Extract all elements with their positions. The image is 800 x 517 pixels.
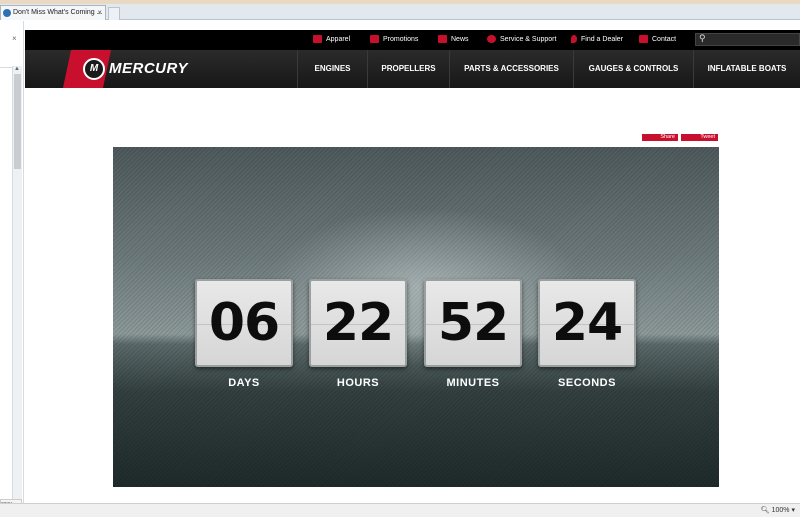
- hours-card: 22: [309, 279, 407, 367]
- minutes-card: 52: [424, 279, 522, 367]
- mercury-logo[interactable]: M MERCURY: [43, 50, 298, 88]
- newspaper-icon: [438, 35, 447, 43]
- logo-text: MERCURY: [109, 60, 189, 77]
- utility-label: Contact: [652, 35, 677, 43]
- zoom-level[interactable]: 🔍︎ 100% ▾: [761, 506, 795, 514]
- utility-bar: Apparel Promotions News Service & Suppor…: [25, 30, 800, 50]
- scrollbar-thumb[interactable]: [14, 74, 21, 169]
- days-card: 06: [195, 279, 293, 367]
- utility-label: Promotions: [383, 35, 419, 43]
- seconds-value: 24: [551, 293, 623, 353]
- zoom-value: 100%: [771, 507, 790, 514]
- lifebuoy-icon: [487, 35, 496, 43]
- card-divider: [311, 324, 405, 325]
- nav-gauges-controls[interactable]: GAUGES & CONTROLS: [573, 50, 693, 88]
- days-value: 06: [208, 293, 280, 353]
- browser-tab[interactable]: Don't Miss What's Coming ... ×: [0, 5, 106, 20]
- utility-link-contact[interactable]: Contact: [639, 35, 676, 43]
- nav-parts-accessories[interactable]: PARTS & ACCESSORIES: [449, 50, 573, 88]
- nav-inflatable-boats[interactable]: INFLATABLE BOATS: [693, 50, 800, 88]
- location-pin-icon: [571, 35, 577, 43]
- minutes-value: 52: [437, 293, 509, 353]
- search-input[interactable]: ⚲: [695, 33, 800, 46]
- search-icon[interactable]: ⚲: [699, 33, 706, 44]
- card-divider: [426, 324, 520, 325]
- tab-title: Don't Miss What's Coming ...: [13, 9, 103, 16]
- seconds-label: SECONDS: [558, 377, 616, 389]
- seconds-card: 24: [538, 279, 636, 367]
- nav-engines[interactable]: ENGINES: [297, 50, 367, 88]
- utility-label: Apparel: [326, 35, 351, 43]
- browser-status-bar: 🔍︎ 100% ▾: [0, 503, 800, 517]
- hours-value: 22: [322, 293, 394, 353]
- share-button[interactable]: Share: [642, 134, 678, 141]
- favicon-icon: [3, 9, 11, 17]
- scroll-up-icon[interactable]: ▲: [14, 66, 20, 72]
- tag-icon: [370, 35, 379, 43]
- utility-link-promotions[interactable]: Promotions: [370, 35, 418, 43]
- card-divider: [197, 324, 291, 325]
- utility-label: News: [451, 35, 469, 43]
- vertical-scrollbar[interactable]: ▲ ▼: [12, 66, 22, 514]
- main-nav: M MERCURY ENGINES PROPELLERS PARTS & ACC…: [25, 50, 800, 88]
- tab-close-icon[interactable]: ×: [97, 6, 102, 19]
- envelope-icon: [639, 35, 648, 43]
- utility-label: Find a Dealer: [581, 35, 624, 43]
- card-divider: [540, 324, 634, 325]
- nav-propellers[interactable]: PROPELLERS: [367, 50, 449, 88]
- utility-link-news[interactable]: News: [438, 35, 469, 43]
- shirt-icon: [313, 35, 322, 43]
- tweet-button[interactable]: Tweet: [681, 134, 718, 141]
- countdown-hero: 06 DAYS 22 HOURS 52 MINUTES 24 SECONDS: [113, 147, 719, 487]
- new-tab-button[interactable]: [108, 7, 120, 20]
- tab-bar: Don't Miss What's Coming ... ×: [0, 4, 800, 20]
- site-header: Apparel Promotions News Service & Suppor…: [25, 30, 800, 88]
- zoom-icon: 🔍︎: [760, 507, 770, 514]
- utility-link-find-dealer[interactable]: Find a Dealer: [571, 35, 623, 43]
- minutes-label: MINUTES: [446, 377, 500, 389]
- utility-link-service-support[interactable]: Service & Support: [487, 35, 556, 43]
- utility-label: Service & Support: [500, 35, 557, 43]
- panel-close-icon[interactable]: ×: [12, 34, 17, 43]
- days-label: DAYS: [228, 377, 260, 389]
- logo-m-icon: M: [83, 58, 105, 80]
- utility-link-apparel[interactable]: Apparel: [313, 35, 350, 43]
- left-panel: × ▲ ▼ eauv...: [0, 21, 24, 517]
- panel-divider: [0, 67, 12, 68]
- hours-label: HOURS: [336, 377, 380, 389]
